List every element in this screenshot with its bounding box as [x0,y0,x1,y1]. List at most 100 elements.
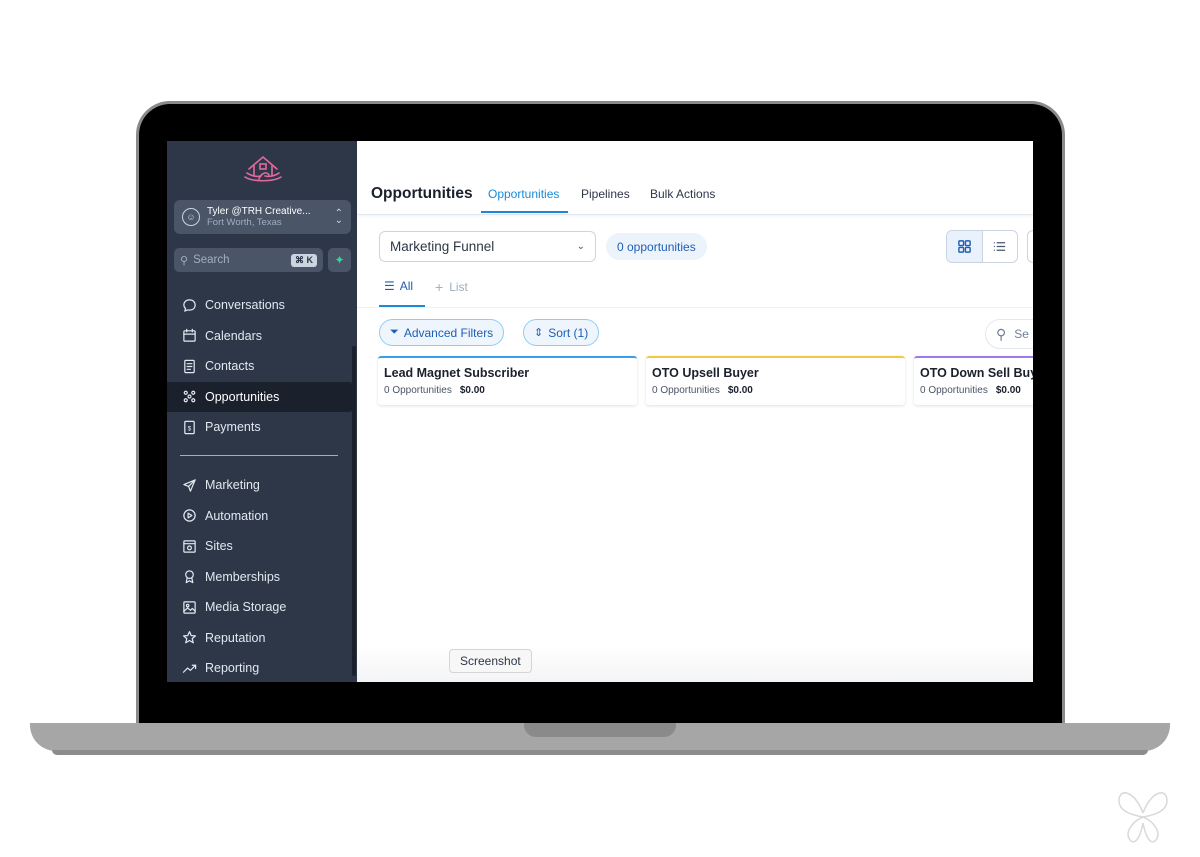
sort-button[interactable]: ⇕ Sort (1) [523,319,600,346]
automation-icon [181,507,198,524]
account-name: Tyler @TRH Creative... [207,206,311,217]
opportunity-count-badge: 0 opportunities [606,233,707,260]
page-title: Opportunities [371,185,473,202]
sidebar-item-reputation[interactable]: Reputation [167,623,353,653]
send-icon [181,477,198,494]
memberships-icon [181,568,198,585]
sidebar-item-label: Payments [205,420,261,434]
butterfly-watermark-icon [1118,792,1168,843]
stage-count: 0 Opportunities [384,385,452,396]
svg-text:$: $ [188,425,192,432]
sparkle-icon: ✦ [334,253,345,267]
search-shortcut: ⌘ K [291,253,317,267]
sidebar-item-media-storage[interactable]: Media Storage [167,592,353,622]
stage-summary: 0 Opportunities $0.00 [384,385,631,396]
stage-name: OTO Upsell Buyer [652,366,759,380]
sidebar-item-automation[interactable]: Automation [167,501,353,531]
grid-view-button[interactable] [947,231,983,262]
sidebar-item-contacts[interactable]: Contacts [167,351,353,381]
search-icon: ⚲ [996,325,1007,342]
sidebar-item-memberships[interactable]: Memberships [167,562,353,592]
sites-icon [181,538,198,555]
account-switcher[interactable]: ☺ Tyler @TRH Creative... Fort Worth, Tex… [174,200,351,234]
chevron-up-down-icon: ⌃ ⌄ [334,208,343,226]
opportunities-icon [181,388,198,405]
tab-opportunities[interactable]: Opportunities [488,187,559,201]
advanced-filters-button[interactable]: ⏷ Advanced Filters [379,319,505,346]
opportunity-search-placeholder: Se [1014,327,1029,341]
sidebar-item-sites[interactable]: Sites [167,531,353,561]
active-tab-indicator [481,211,568,213]
chevron-down-icon: ⌄ [576,241,585,252]
search-icon: ⚲ [180,254,189,267]
laptop-notch [524,723,676,737]
sort-label: Sort (1) [548,325,589,340]
sidebar-item-label: Media Storage [205,600,287,614]
advanced-filters-label: Advanced Filters [403,325,494,340]
view-toggle [946,230,1018,263]
sidebar-scrollbar[interactable] [352,346,356,676]
subtabs-divider [357,307,1033,308]
contacts-icon [181,358,198,375]
stage-amount: $0.00 [459,385,485,396]
top-bar: Opportunities Opportunities Pipelines Bu… [357,141,1033,215]
star-icon [181,629,198,646]
list-icon: ☰ [384,279,395,293]
pipeline-select[interactable]: Marketing Funnel ⌄ [379,231,596,262]
stage-count: 0 Opportunities [920,385,988,396]
sidebar-item-marketing[interactable]: Marketing [167,470,353,500]
pipeline-stage-column[interactable]: Lead Magnet Subscriber 0 Opportunities $0.… [378,356,637,405]
sidebar-item-label: Reporting [205,661,260,675]
filter-icon: ⏷ [390,326,399,338]
sidebar-item-conversations[interactable]: Conversations [167,290,353,320]
search-placeholder: Search [193,254,230,266]
stage-amount: $0.00 [727,385,753,396]
stage-name: Lead Magnet Subscriber [384,366,530,380]
sort-icon: ⇕ [534,327,544,339]
sidebar-item-label: Contacts [205,359,255,373]
calendar-icon [181,327,198,344]
stage-summary: 0 Opportunities $0.00 [652,385,899,396]
tab-bulk-actions[interactable]: Bulk Actions [650,187,715,201]
laptop-base-edge [52,750,1148,755]
app-screen: ☺ Tyler @TRH Creative... Fort Worth, Tex… [167,141,1033,682]
sidebar-item-label: Conversations [205,298,285,312]
sidebar-item-label: Reputation [205,630,266,645]
image-icon [181,599,198,616]
sidebar-item-label: Automation [205,508,269,523]
pipeline-stage-column[interactable]: OTO Upsell Buyer 0 Opportunities $0.00 [646,356,905,405]
stage-summary: 0 Opportunities $0.00 [920,385,1033,396]
opportunity-search-input[interactable]: ⚲ Se [985,319,1033,349]
subtab-all[interactable]: ☰ All [384,279,413,293]
sidebar-item-label: Memberships [205,569,281,584]
sidebar-item-label: Sites [205,539,233,553]
nav-divider [180,455,338,456]
screenshot-tooltip: Screenshot [449,649,532,673]
search-input[interactable]: ⚲ Search ⌘ K [174,248,323,272]
add-list-label: List [449,280,468,294]
sidebar-item-opportunities[interactable]: Opportunities [167,381,353,412]
pipeline-stage-column[interactable]: OTO Down Sell Buyer 0 Opportunities $0.00 [914,356,1033,405]
pipeline-select-value: Marketing Funnel [390,239,495,254]
subtab-all-label: All [399,279,414,293]
sidebar-item-label: Opportunities [205,389,280,404]
sidebar-item-calendars[interactable]: Calendars [167,321,353,351]
sidebar-item-reporting[interactable]: Reporting [167,653,353,682]
sidebar-item-label: Marketing [205,478,260,492]
ai-assistant-button[interactable]: ✦ [328,248,351,272]
sidebar-item-label: Calendars [205,328,262,343]
sidebar: ☺ Tyler @TRH Creative... Fort Worth, Tex… [167,141,357,682]
sidebar-item-payments[interactable]: $ Payments [167,412,353,442]
plus-icon: + [435,279,444,295]
grid-view-icon [957,240,971,253]
list-view-button[interactable] [983,231,1018,262]
account-location: Fort Worth, Texas [207,217,282,228]
add-list-button[interactable]: + List [435,279,468,295]
house-logo-icon [244,155,282,182]
stage-count: 0 Opportunities [652,385,720,396]
more-options-button[interactable] [1027,230,1033,263]
chat-bubble-icon [181,297,198,314]
list-view-icon [994,242,1006,251]
stage-name: OTO Down Sell Buyer [920,366,1033,380]
tab-pipelines[interactable]: Pipelines [581,187,630,201]
